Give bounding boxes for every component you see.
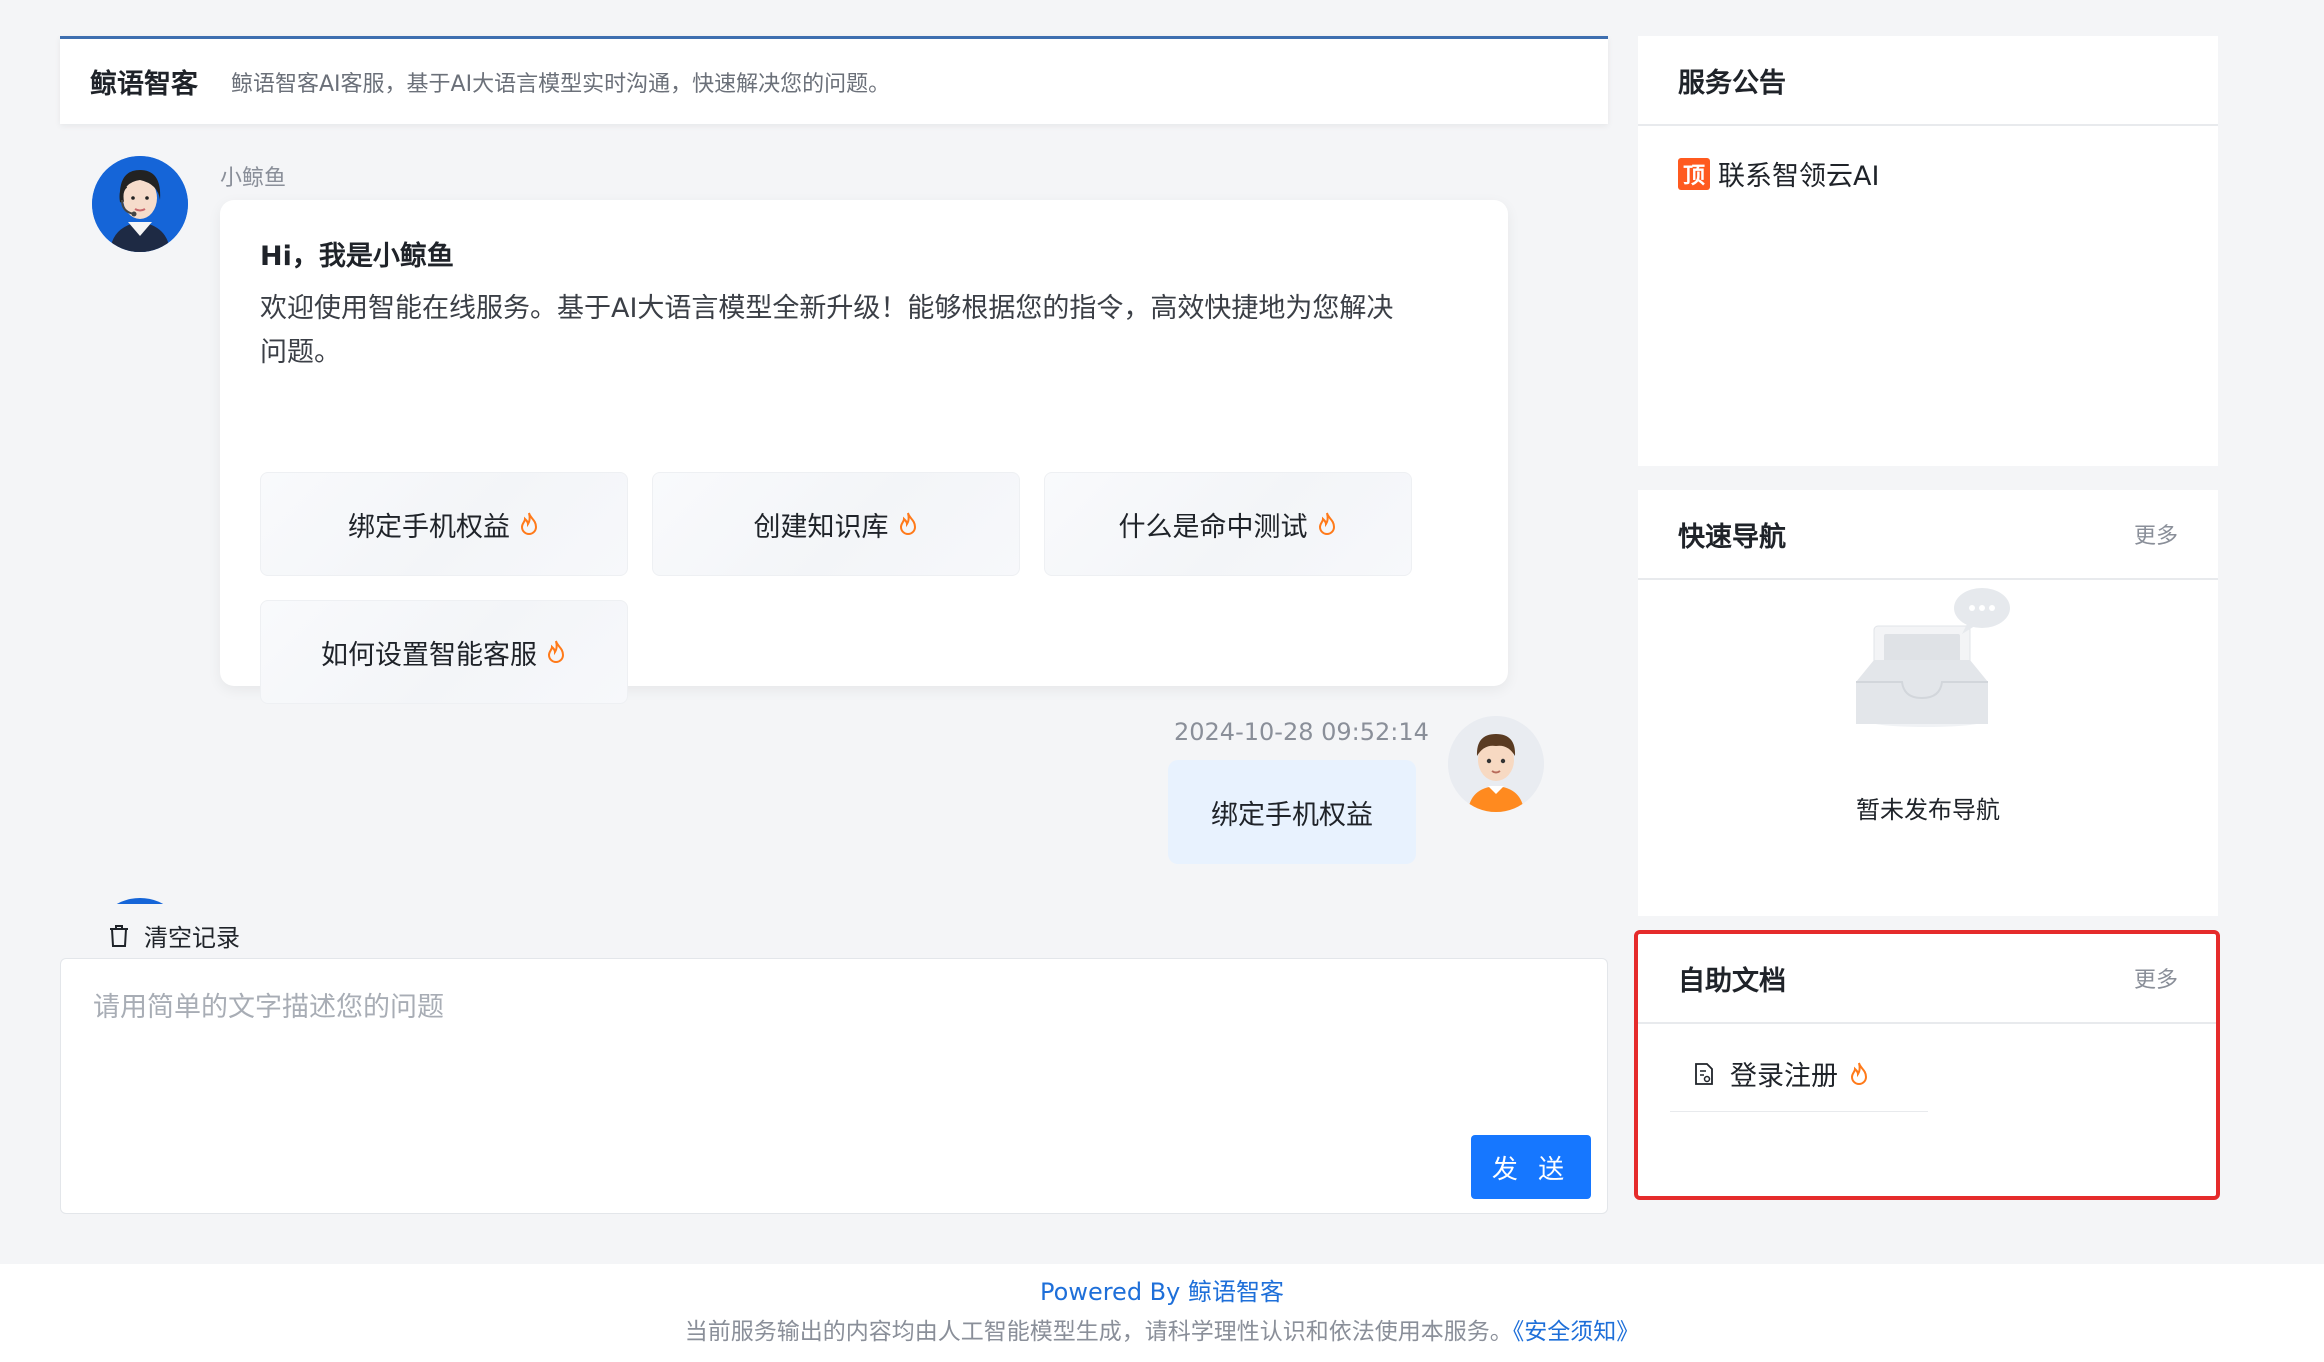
quick-questions: 绑定手机权益 创建知识库 什么是命中测试 如何设置智能客服 <box>260 472 1440 704</box>
quick-question-label: 创建知识库 <box>753 511 889 543</box>
panel-header: 服务公告 <box>1638 36 2218 126</box>
nav-more-link[interactable]: 更多 <box>2134 518 2178 550</box>
user-avatar <box>1448 716 1544 812</box>
quick-question-label: 什么是命中测试 <box>1118 511 1308 543</box>
message-input-box: 发 送 <box>60 958 1608 1214</box>
message-timestamp: 2024-10-28 09:52:14 <box>1174 718 1429 746</box>
fire-icon <box>547 640 565 663</box>
powered-by-link[interactable]: Powered By 鲸语智客 <box>0 1272 2324 1307</box>
bot-name: 小鲸鱼 <box>220 166 287 191</box>
bot-avatar <box>92 156 188 252</box>
nav-empty-state: 暂未发布导航 <box>1638 580 2218 916</box>
quick-question-button[interactable]: 创建知识库 <box>652 472 1020 576</box>
quick-nav-panel: 快速导航 更多 暂未发布导航 <box>1638 490 2218 916</box>
document-icon <box>1695 1062 1713 1085</box>
doc-item[interactable]: 登录注册 <box>1670 1036 1928 1112</box>
quick-question-button[interactable]: 如何设置智能客服 <box>260 600 628 704</box>
trash-icon <box>110 924 128 947</box>
safety-notice-link[interactable]: 《安全须知》 <box>1513 1319 1640 1345</box>
doc-item-label: 登录注册 <box>1730 1061 1838 1092</box>
docs-more-link[interactable]: 更多 <box>2134 962 2178 994</box>
quick-question-button[interactable]: 什么是命中测试 <box>1044 472 1412 576</box>
panel-header: 快速导航 更多 <box>1638 490 2218 580</box>
empty-inbox-icon <box>1856 588 2010 727</box>
chat-area[interactable]: 小鲸鱼 Hi，我是小鲸鱼 欢迎使用智能在线服务。基于AI大语言模型全新升级！能够… <box>60 124 1608 904</box>
panel-title: 快速导航 <box>1678 521 1786 553</box>
disclaimer-text: 当前服务输出的内容均由人工智能模型生成，请科学理性认识和依法使用本服务。 <box>684 1319 1513 1345</box>
service-notice-panel: 服务公告 顶 联系智领云AI <box>1638 36 2218 466</box>
fire-icon <box>1318 512 1335 535</box>
user-message-text: 绑定手机权益 <box>1211 799 1373 831</box>
panel-title: 服务公告 <box>1678 67 1786 99</box>
app-title: 鲸语智客 <box>90 69 198 100</box>
notice-item[interactable]: 顶 联系智领云AI <box>1638 126 2218 221</box>
panel-header: 自助文档 更多 <box>1638 934 2218 1024</box>
panel-title: 自助文档 <box>1678 965 1786 997</box>
clear-history-button[interactable]: 清空记录 <box>108 918 240 953</box>
app-description: 鲸语智客AI客服，基于AI大语言模型实时沟通，快速解决您的问题。 <box>231 71 891 97</box>
footer: Powered By 鲸语智客 当前服务输出的内容均由人工智能模型生成，请科学理… <box>0 1264 2324 1362</box>
fire-icon <box>1850 1062 1868 1085</box>
chat-header: 鲸语智客 鲸语智客AI客服，基于AI大语言模型实时沟通，快速解决您的问题。 <box>60 36 1608 124</box>
fire-icon <box>899 512 916 535</box>
bot-greeting: Hi，我是小鲸鱼 <box>260 241 454 272</box>
footer-disclaimer: 当前服务输出的内容均由人工智能模型生成，请科学理性认识和依法使用本服务。《安全须… <box>0 1312 2324 1346</box>
bot-welcome-text: 欢迎使用智能在线服务。基于AI大语言模型全新升级！能够根据您的指令，高效快捷地为… <box>260 293 1394 368</box>
notice-item-label: 联系智领云AI <box>1718 161 1880 192</box>
bot-message-bubble: Hi，我是小鲸鱼 欢迎使用智能在线服务。基于AI大语言模型全新升级！能够根据您的… <box>220 200 1508 704</box>
self-service-docs-panel: 自助文档 更多 登录注册 <box>1638 934 2218 1198</box>
clear-history-label: 清空记录 <box>144 924 240 952</box>
fire-icon <box>520 512 538 535</box>
send-button[interactable]: 发 送 <box>1471 1135 1591 1199</box>
quick-question-button[interactable]: 绑定手机权益 <box>260 472 628 576</box>
pinned-badge: 顶 <box>1678 157 1710 190</box>
user-message-bubble: 绑定手机权益 <box>1168 760 1416 864</box>
bot-avatar-partial <box>92 898 188 904</box>
message-input[interactable] <box>61 959 1607 1129</box>
nav-empty-text: 暂未发布导航 <box>1856 796 2000 824</box>
quick-question-label: 如何设置智能客服 <box>321 639 537 671</box>
quick-question-label: 绑定手机权益 <box>348 511 510 543</box>
